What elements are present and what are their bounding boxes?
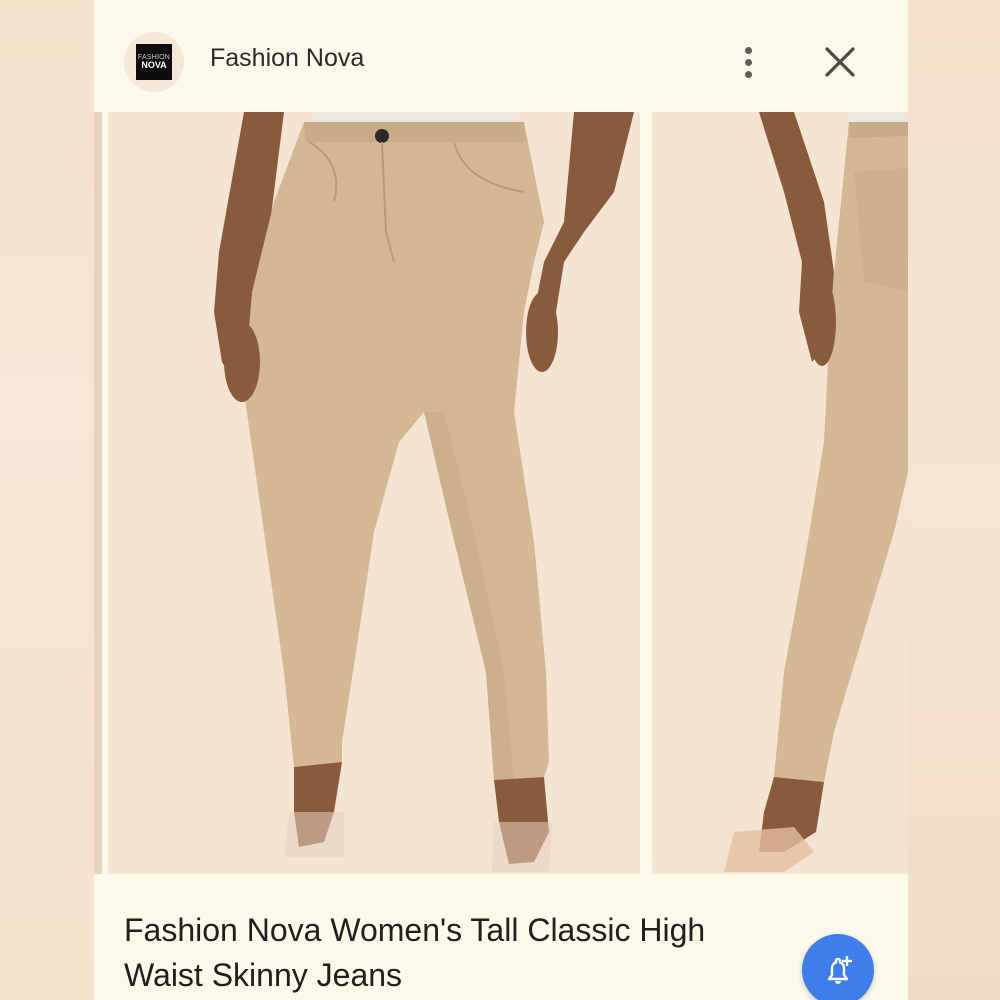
source-logo[interactable]: FASHION NOVA (124, 32, 184, 92)
more-vert-icon (744, 46, 752, 54)
product-card: FASHION NOVA Fashion Nova Fashion Nova W… (94, 0, 908, 1000)
card-header: FASHION NOVA Fashion Nova (94, 0, 908, 112)
background-blur-left (0, 0, 94, 1000)
image-gallery[interactable] (94, 112, 908, 874)
logo-text-bottom: NOVA (141, 60, 167, 70)
add-alert-button[interactable] (802, 934, 874, 1000)
close-icon (825, 47, 855, 77)
more-options-button[interactable] (730, 38, 766, 86)
more-vert-icon-dot (744, 58, 752, 66)
logo-badge: FASHION NOVA (136, 44, 172, 80)
background-blur-right (908, 0, 1000, 1000)
product-title[interactable]: Fashion Nova Women's Tall Classic High W… (124, 908, 764, 998)
close-button[interactable] (818, 40, 862, 84)
product-image-front[interactable] (108, 112, 640, 874)
product-image-side[interactable] (652, 112, 908, 874)
source-name[interactable]: Fashion Nova (210, 44, 364, 73)
more-vert-icon-dot (744, 70, 752, 78)
add-alert-icon (827, 956, 852, 984)
